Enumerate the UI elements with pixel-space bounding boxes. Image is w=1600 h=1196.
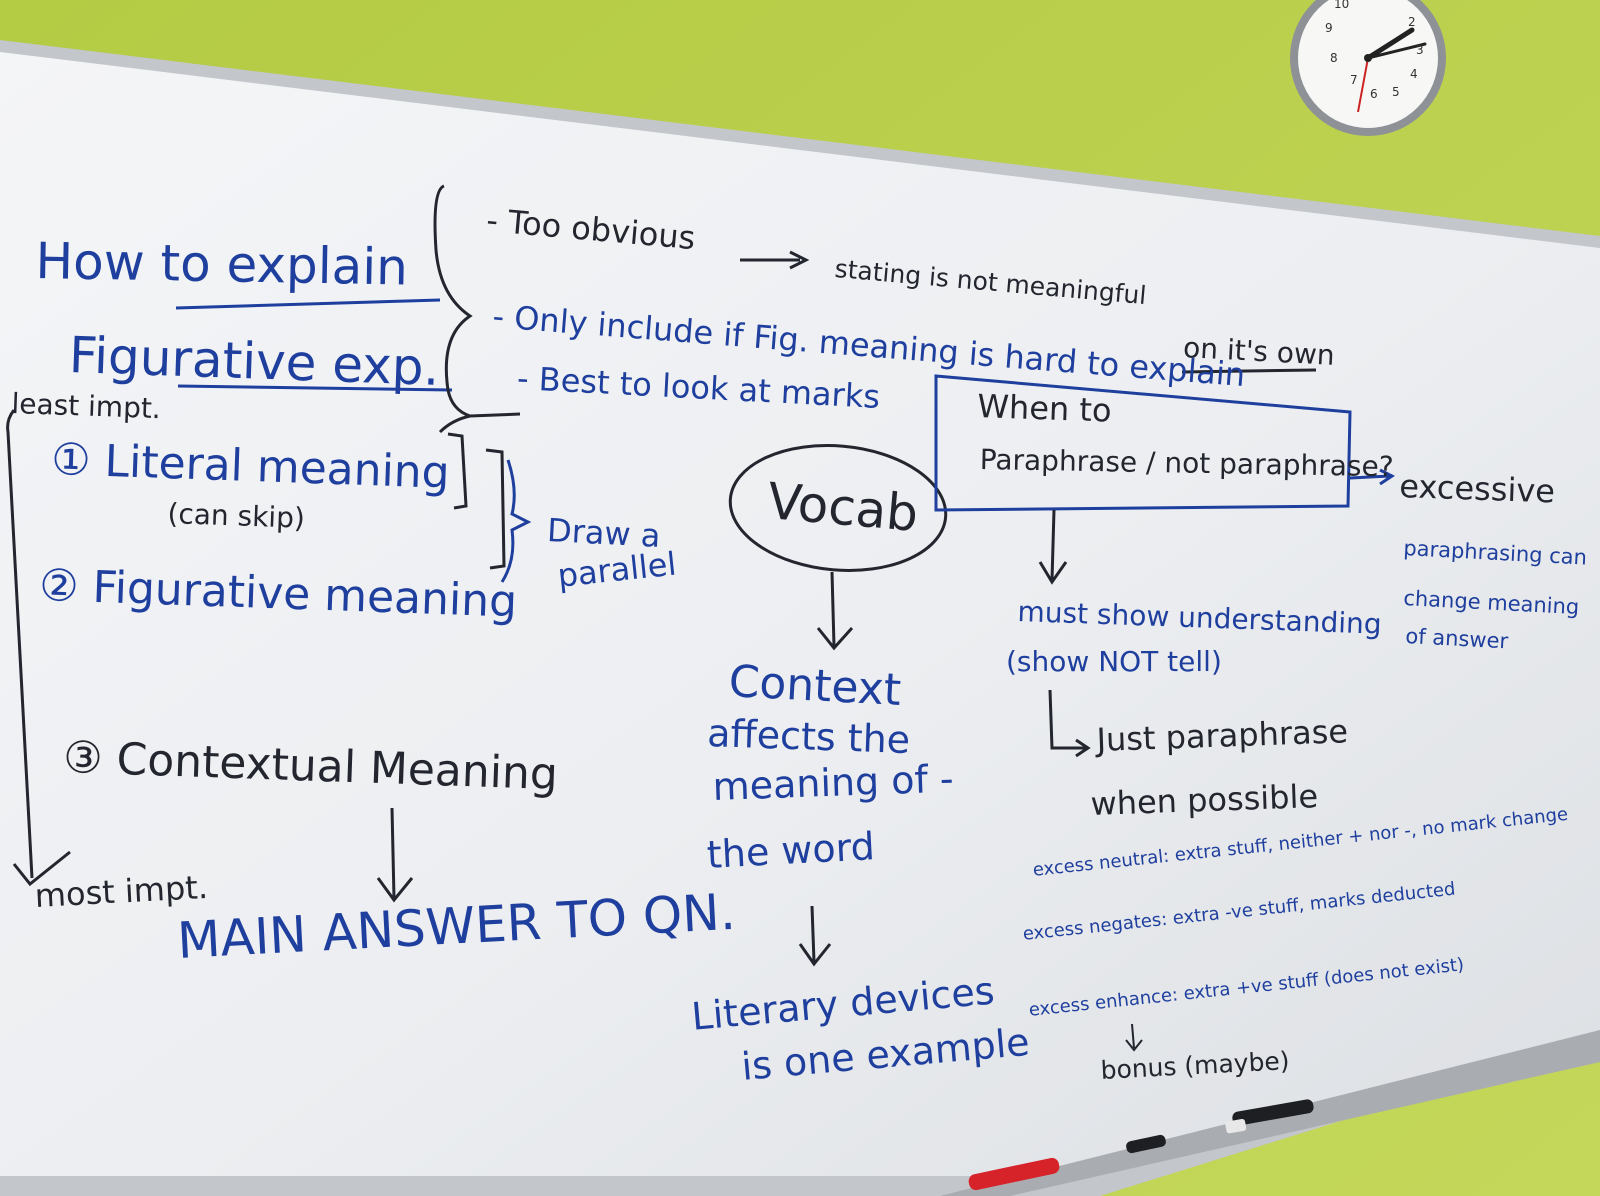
clock-number: 6 <box>1370 87 1378 101</box>
clock-number: 10 <box>1334 0 1349 11</box>
title-line-1: How to explain <box>35 232 409 297</box>
context-label: Context <box>727 656 903 716</box>
excessive-note-3: of answer <box>1404 624 1509 654</box>
draw-parallel-line-1: Draw a <box>546 511 662 555</box>
least-important-label: least impt. <box>10 387 162 426</box>
when-possible: when possible <box>1089 777 1319 823</box>
clock-number: 3 <box>1416 43 1424 57</box>
clock-number: 9 <box>1325 21 1333 35</box>
vocab-label: Vocab <box>765 472 921 543</box>
step-literal-note: (can skip) <box>166 497 306 535</box>
note-on-its-own: on it's own <box>1182 331 1336 372</box>
show-not-tell: (show NOT tell) <box>1006 645 1222 678</box>
most-important-label: most impt. <box>33 867 209 915</box>
box-paraphrase-question: Paraphrase / not paraphrase? <box>979 443 1394 484</box>
box-when-to: When to <box>976 387 1113 430</box>
clock-number: 2 <box>1408 15 1416 29</box>
title-line-2: Figurative exp. <box>68 326 441 397</box>
clock-number: 7 <box>1350 73 1358 87</box>
context-line-1: affects the <box>706 711 911 763</box>
clock-number: 5 <box>1392 85 1400 99</box>
context-line-2: meaning of - <box>711 756 955 809</box>
clock-number: 4 <box>1410 67 1418 81</box>
just-paraphrase: Just paraphrase <box>1095 712 1349 759</box>
clock-number: 8 <box>1330 51 1338 65</box>
context-line-3: the word <box>705 824 876 877</box>
excessive-label: excessive <box>1398 467 1556 511</box>
